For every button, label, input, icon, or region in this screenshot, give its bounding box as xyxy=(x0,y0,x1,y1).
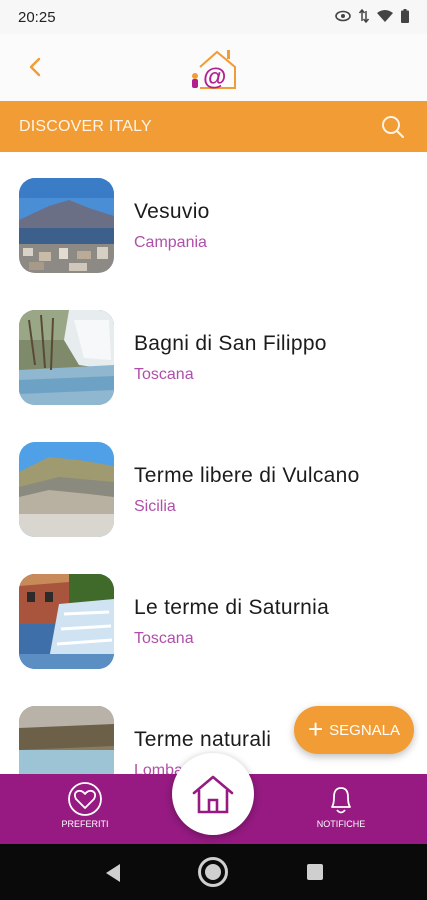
volcano-bay-photo xyxy=(19,178,114,273)
segnala-label: SEGNALA xyxy=(329,721,401,739)
back-button[interactable] xyxy=(22,52,48,82)
wifi-icon xyxy=(377,9,393,22)
place-region: Toscana xyxy=(134,366,194,383)
chevron-left-icon xyxy=(29,57,41,77)
status-bar: 20:25 xyxy=(0,0,427,34)
list-item[interactable]: Vesuvio Campania xyxy=(0,152,427,284)
system-navigation-bar xyxy=(0,844,427,900)
place-name: Terme libere di Vulcano xyxy=(134,464,360,487)
nav-notifications-label: NOTIFICHE xyxy=(316,819,366,829)
place-thumbnail xyxy=(19,706,114,774)
places-list: Vesuvio Campania Bagni di San Filippo To… xyxy=(0,152,427,774)
bell-icon xyxy=(331,787,351,814)
page-title: DISCOVER ITALY xyxy=(19,118,152,135)
place-name: Bagni di San Filippo xyxy=(134,332,327,355)
home-icon xyxy=(192,775,234,814)
list-item[interactable]: Bagni di San Filippo Toscana xyxy=(0,284,427,416)
system-recents-icon[interactable] xyxy=(307,864,323,880)
thermal-pool-photo xyxy=(19,706,114,774)
place-name: Vesuvio xyxy=(134,200,210,223)
cat-at-house-logo: @ xyxy=(192,50,236,91)
place-region: Sicilia xyxy=(134,498,176,515)
eye-icon xyxy=(335,10,351,22)
status-time: 20:25 xyxy=(18,9,56,26)
place-region: Toscana xyxy=(134,630,194,647)
place-name: Terme naturali xyxy=(134,728,272,751)
app-logo: @ xyxy=(187,42,239,94)
segnala-button[interactable]: + SEGNALA xyxy=(294,706,414,754)
data-arrows-icon xyxy=(359,9,369,23)
list-item[interactable]: Le terme di Saturnia Toscana xyxy=(0,548,427,680)
svg-text:@: @ xyxy=(203,64,226,91)
mill-waterfall-photo xyxy=(19,574,114,669)
section-title-bar: DISCOVER ITALY xyxy=(0,101,427,152)
home-button[interactable] xyxy=(172,753,254,835)
plus-icon: + xyxy=(307,714,324,744)
search-button[interactable] xyxy=(379,113,407,141)
nav-favorites-label: PREFERITI xyxy=(61,819,109,829)
place-name: Le terme di Saturnia xyxy=(134,596,330,619)
battery-icon xyxy=(401,9,409,23)
system-home-icon[interactable] xyxy=(198,857,228,887)
heart-icon xyxy=(68,782,102,816)
place-region: Campania xyxy=(134,234,207,251)
place-thumbnail xyxy=(19,442,114,537)
search-icon xyxy=(382,116,405,139)
nav-notifications[interactable]: NOTIFICHE xyxy=(296,782,386,829)
list-item[interactable]: Terme libere di Vulcano Sicilia xyxy=(0,416,427,548)
nav-favorites[interactable]: PREFERITI xyxy=(40,782,130,829)
white-travertine-falls-photo xyxy=(19,310,114,405)
rocky-coast-photo xyxy=(19,442,114,537)
place-thumbnail xyxy=(19,310,114,405)
app-header: @ xyxy=(0,34,427,101)
place-thumbnail xyxy=(19,178,114,273)
system-back-icon[interactable] xyxy=(104,863,122,883)
place-thumbnail xyxy=(19,574,114,669)
